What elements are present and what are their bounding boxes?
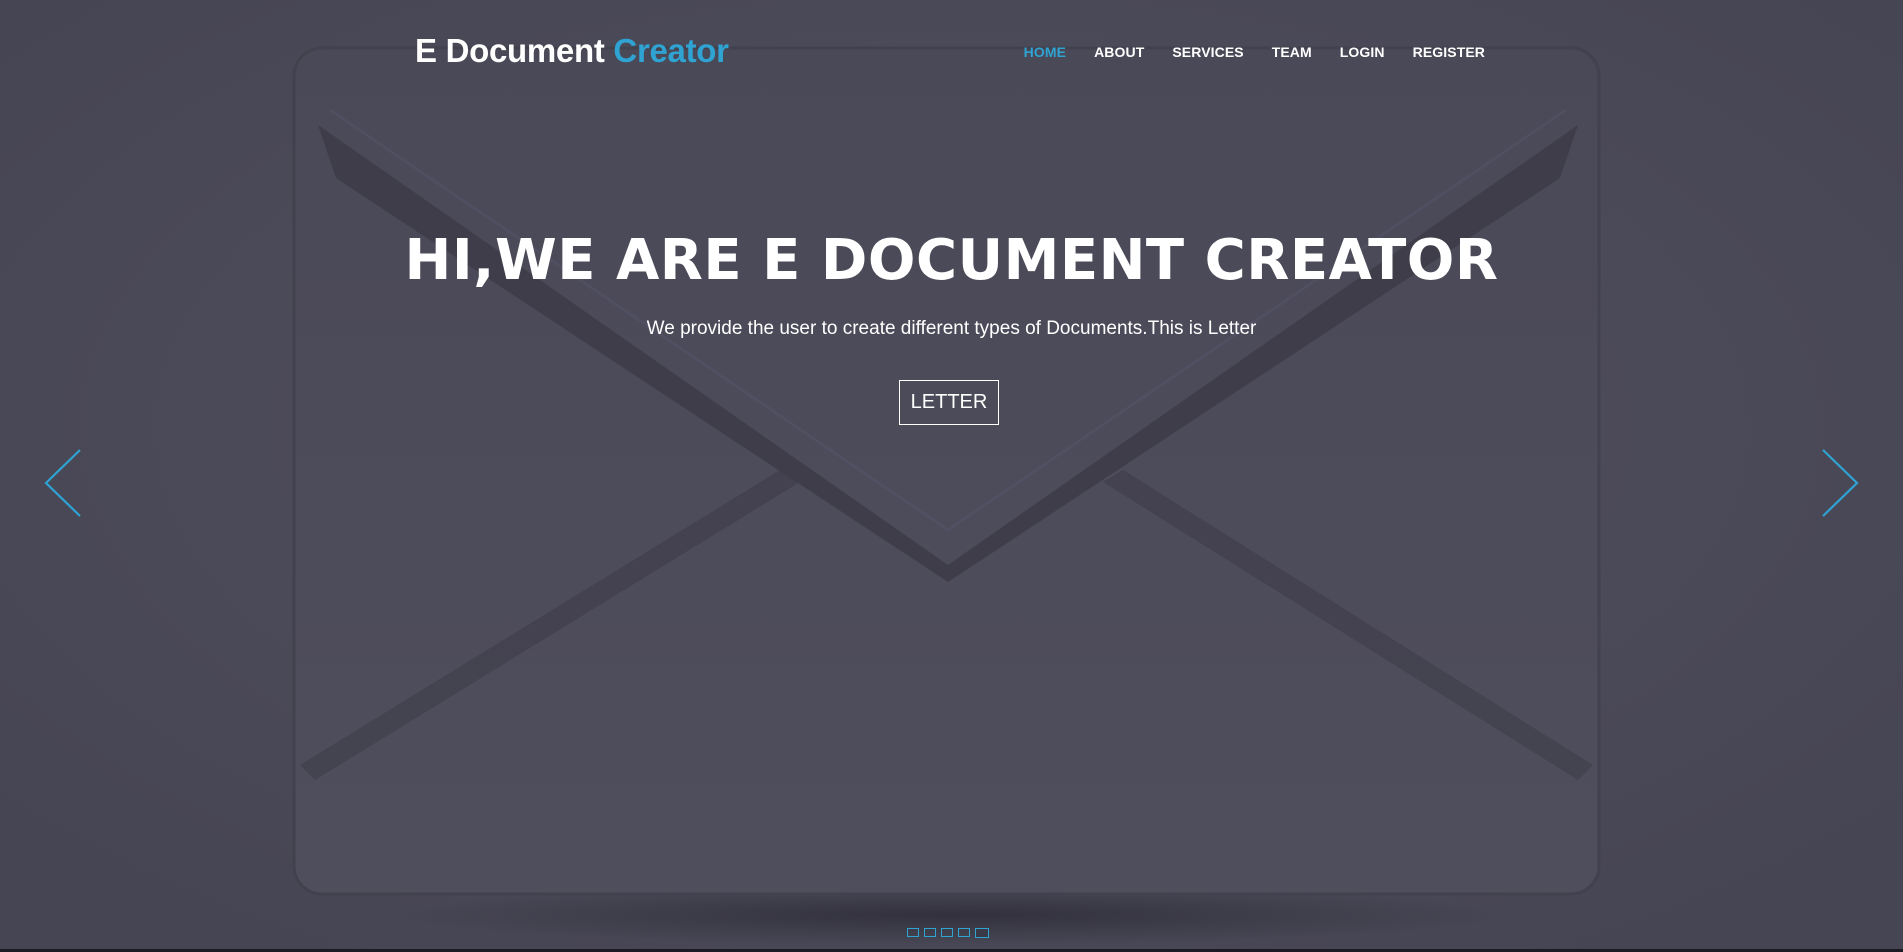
carousel-indicator-5[interactable] (975, 928, 989, 938)
nav-about-link[interactable]: ABOUT (1094, 44, 1144, 60)
hero-section: E Document Creator HOME ABOUT SERVICES T… (0, 0, 1903, 952)
brand-name-primary: E Document (415, 32, 605, 69)
carousel-indicator-1[interactable] (907, 928, 919, 937)
envelope-background-image (0, 0, 1903, 952)
hero-subline: We provide the user to create different … (646, 318, 1257, 339)
nav-register-link[interactable]: REGISTER (1413, 44, 1485, 60)
carousel-indicator-4[interactable] (958, 928, 970, 937)
chevron-left-icon (44, 449, 81, 517)
nav-home-link[interactable]: HOME (1024, 44, 1066, 60)
brand-logo[interactable]: E Document Creator (415, 32, 729, 70)
brand-name-accent: Creator (613, 32, 729, 69)
hero-headline: HI,WE ARE E DOCUMENT CREATOR (404, 228, 1499, 293)
nav-team-link[interactable]: TEAM (1272, 44, 1312, 60)
letter-button[interactable]: LETTER (899, 380, 999, 425)
chevron-right-icon (1822, 449, 1859, 517)
carousel-prev-arrow[interactable] (44, 448, 84, 518)
carousel-next-arrow[interactable] (1819, 448, 1859, 518)
carousel-indicators (907, 928, 989, 938)
nav-login-link[interactable]: LOGIN (1340, 44, 1385, 60)
nav-services-link[interactable]: SERVICES (1172, 44, 1243, 60)
carousel-indicator-3[interactable] (941, 928, 953, 937)
main-nav: HOME ABOUT SERVICES TEAM LOGIN REGISTER (1024, 44, 1485, 60)
carousel-indicator-2[interactable] (924, 928, 936, 937)
